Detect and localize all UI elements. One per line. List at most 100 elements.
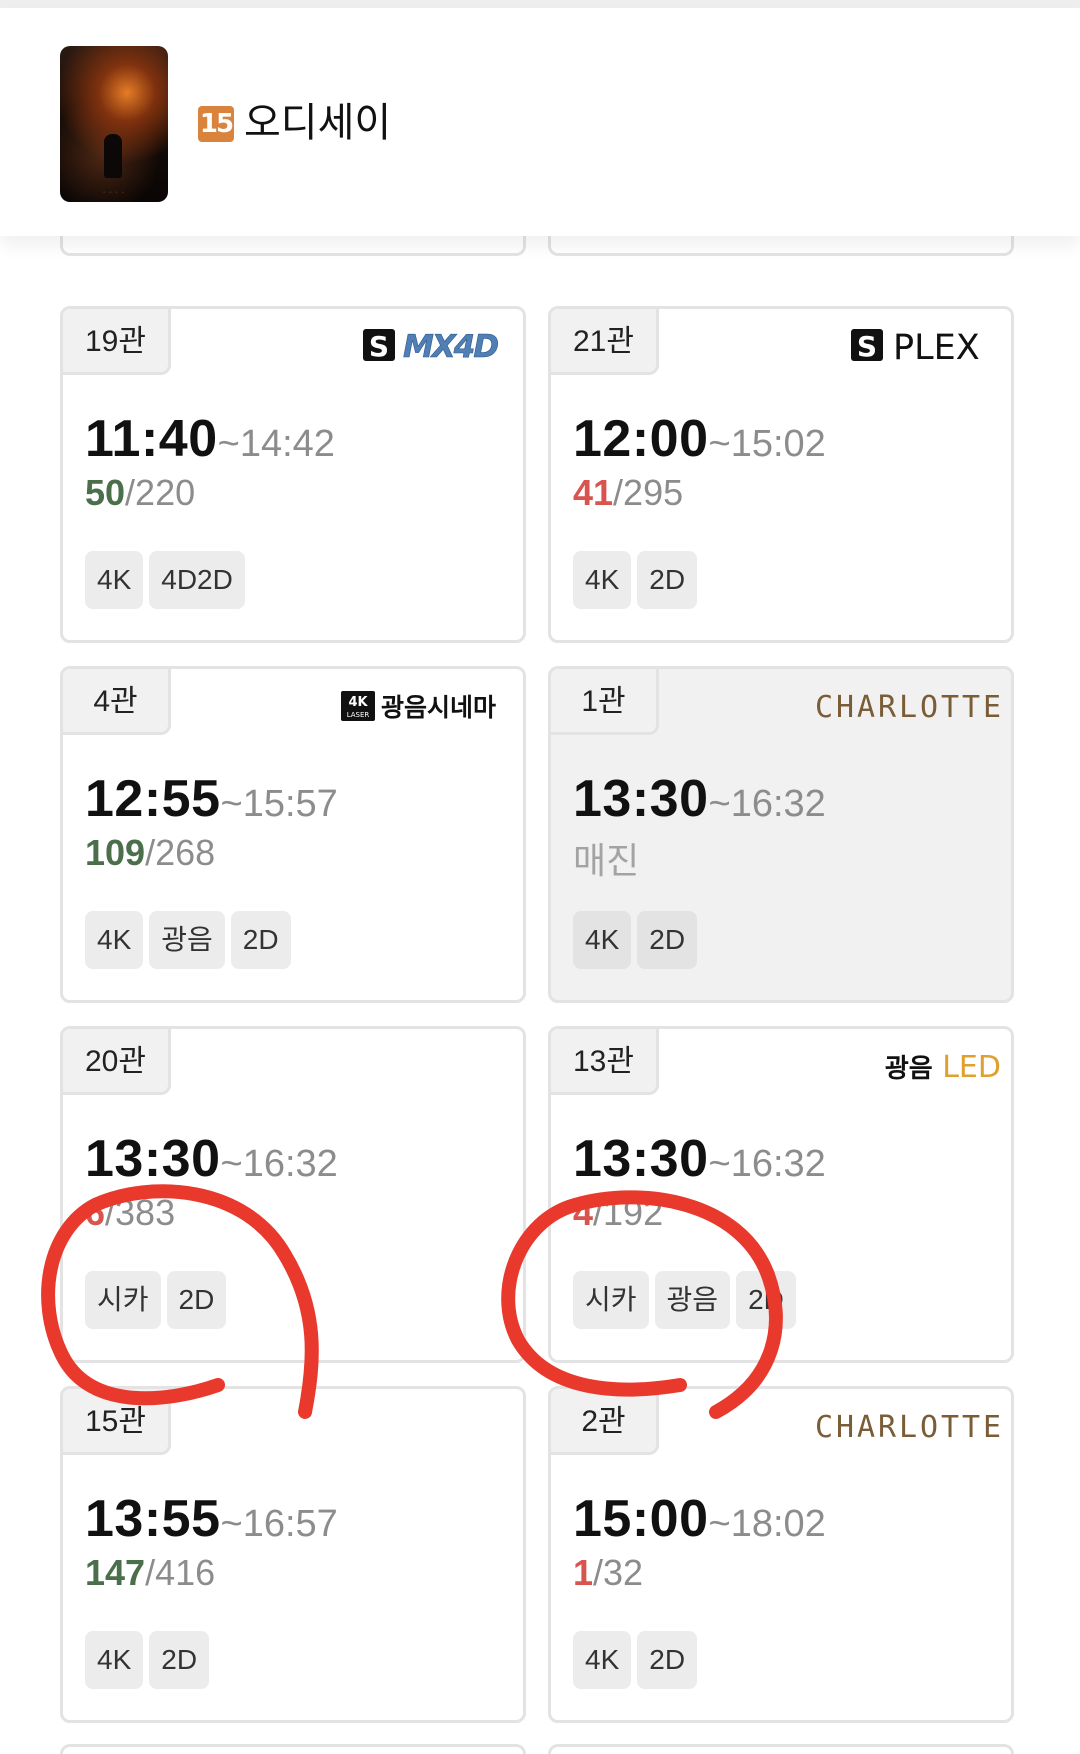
- age-rating-badge: 15: [198, 106, 234, 142]
- charlotte-logo: CHARLOTTE: [815, 1410, 1001, 1443]
- movie-poster[interactable]: · · · ·: [60, 46, 168, 202]
- end-time: ~16:57: [220, 1503, 338, 1545]
- time-row: 13:30~16:32: [573, 1129, 826, 1189]
- screen-number: 15관: [63, 1389, 171, 1455]
- poster-title-text: · · · ·: [102, 189, 126, 196]
- gwangeum-cinema-text: 광음시네마: [381, 693, 496, 722]
- laser-text: LASER: [347, 711, 370, 719]
- screen-number: 2관: [551, 1389, 659, 1455]
- format-tag: 시카: [573, 1271, 649, 1329]
- format-tags: 4K 2D: [573, 1631, 698, 1689]
- plex-logo: S PLEX: [851, 328, 980, 363]
- end-time: ~15:02: [708, 423, 826, 465]
- showtime-card[interactable]: 20관 13:30~16:32 6/383 시카 2D: [60, 1026, 526, 1363]
- format-tag: 4K: [85, 911, 144, 969]
- showtime-grid: 19관 S MX4D 11:40~14:42 50/220 4K 4D2D 21…: [0, 0, 1080, 1750]
- start-time: 15:00: [573, 1490, 709, 1548]
- format-tag: 2D: [166, 1271, 227, 1329]
- showtime-card[interactable]: 21관 S PLEX 12:00~15:02 41/295 4K 2D: [548, 306, 1014, 643]
- end-time: ~16:32: [708, 783, 826, 825]
- format-tag: 4K: [573, 551, 632, 609]
- charlotte-logo: CHARLOTTE: [815, 690, 1001, 723]
- seats-total: /220: [125, 472, 196, 513]
- svg-text:S: S: [857, 330, 877, 363]
- screen-number: 19관: [63, 309, 171, 375]
- format-tags: 4K 2D: [85, 1631, 210, 1689]
- soldout-label: 매진: [573, 840, 640, 881]
- seats-total: /295: [613, 472, 684, 513]
- end-time: ~16:32: [708, 1143, 826, 1185]
- end-time: ~15:57: [220, 783, 338, 825]
- laser-4k-text: 4K: [348, 695, 368, 710]
- seat-count: 6/383: [85, 1192, 175, 1234]
- showtime-card[interactable]: 19관 S MX4D 11:40~14:42 50/220 4K 4D2D: [60, 306, 526, 643]
- seat-count: 4/192: [573, 1192, 663, 1234]
- showtime-card-soldout[interactable]: 1관 CHARLOTTE 13:30~16:32 매진 4K 2D: [548, 666, 1014, 1003]
- format-tags: 시카 2D: [85, 1271, 227, 1329]
- format-tags: 4K 4D2D: [85, 551, 245, 609]
- showtime-card-partial[interactable]: [548, 1744, 1014, 1754]
- screen-number: 13관: [551, 1029, 659, 1095]
- format-tags: 4K 2D: [573, 911, 698, 969]
- seats-available: 147: [85, 1552, 146, 1593]
- time-row: 12:55~15:57: [85, 769, 338, 829]
- plex-logo-text: PLEX: [893, 328, 980, 363]
- time-row: 13:30~16:32: [573, 769, 826, 829]
- format-tags: 4K 2D: [573, 551, 698, 609]
- screen-number: 20관: [63, 1029, 171, 1095]
- svg-text:광음 LED: 광음 LED: [885, 1050, 1001, 1083]
- format-tag: 4K: [573, 911, 632, 969]
- seat-count: 147/416: [85, 1552, 215, 1594]
- showtime-card[interactable]: 4관 4K LASER 광음시네마 12:55~15:57 109/268 4K…: [60, 666, 526, 1003]
- format-tag: 2D: [637, 551, 698, 609]
- end-time: ~16:32: [220, 1143, 338, 1185]
- start-time: 11:40: [85, 410, 218, 468]
- format-tag: 4K: [573, 1631, 632, 1689]
- start-time: 12:55: [85, 770, 221, 828]
- poster-figure: [104, 134, 122, 178]
- seats-total: /268: [145, 832, 216, 873]
- start-time: 13:30: [573, 770, 709, 828]
- showtime-card-partial[interactable]: [60, 1744, 526, 1754]
- format-tag: 광음: [149, 911, 225, 969]
- seats-available: 4: [573, 1192, 594, 1233]
- charlotte-logo-text: CHARLOTTE: [815, 1410, 1001, 1443]
- screen-number: 1관: [551, 669, 659, 735]
- screen-number: 4관: [63, 669, 171, 735]
- time-row: 12:00~15:02: [573, 409, 826, 469]
- format-tag: 광음: [654, 1271, 731, 1329]
- gwangeum-led-prefix: 광음: [885, 1054, 933, 1083]
- format-tag: 2D: [230, 911, 291, 969]
- time-row: 13:55~16:57: [85, 1489, 338, 1549]
- format-tags: 시카 광음 2D: [573, 1271, 796, 1329]
- laser-gwangeum-cinema-logo: 4K LASER 광음시네마: [341, 691, 496, 722]
- start-time: 13:30: [573, 1130, 709, 1188]
- showtime-card[interactable]: 13관 광음 LED 13:30~16:32 4/192 시카 광음 2D: [548, 1026, 1014, 1363]
- screen-number: 21관: [551, 309, 659, 375]
- gwangeum-led-suffix: LED: [942, 1050, 1001, 1083]
- seats-total: /32: [593, 1552, 644, 1593]
- seat-count: 1/32: [573, 1552, 643, 1594]
- seat-count: 109/268: [85, 832, 215, 874]
- movie-header: · · · · 15 오디세이: [0, 8, 1080, 236]
- time-row: 13:30~16:32: [85, 1129, 338, 1189]
- seats-available: 50: [85, 472, 126, 513]
- showtime-card[interactable]: 2관 CHARLOTTE 15:00~18:02 1/32 4K 2D: [548, 1386, 1014, 1723]
- format-tag: 2D: [637, 911, 698, 969]
- start-time: 13:55: [85, 1490, 221, 1548]
- charlotte-logo-text: CHARLOTTE: [815, 690, 1001, 723]
- end-time: ~18:02: [708, 1503, 826, 1545]
- time-row: 15:00~18:02: [573, 1489, 826, 1549]
- movie-title: 오디세이: [244, 101, 392, 145]
- seats-available: 41: [573, 472, 614, 513]
- seats-available: 6: [85, 1192, 106, 1233]
- showtime-card[interactable]: 15관 13:55~16:57 147/416 4K 2D: [60, 1386, 526, 1723]
- format-tag: 2D: [637, 1631, 698, 1689]
- seats-total: /383: [105, 1192, 176, 1233]
- mx4d-logo: S MX4D: [363, 329, 501, 363]
- seat-count: 50/220: [85, 472, 195, 514]
- time-row: 11:40~14:42: [85, 409, 335, 469]
- format-tag: 4K: [85, 551, 144, 609]
- format-tag: 4K: [85, 1631, 144, 1689]
- format-tag: 2D: [149, 1631, 210, 1689]
